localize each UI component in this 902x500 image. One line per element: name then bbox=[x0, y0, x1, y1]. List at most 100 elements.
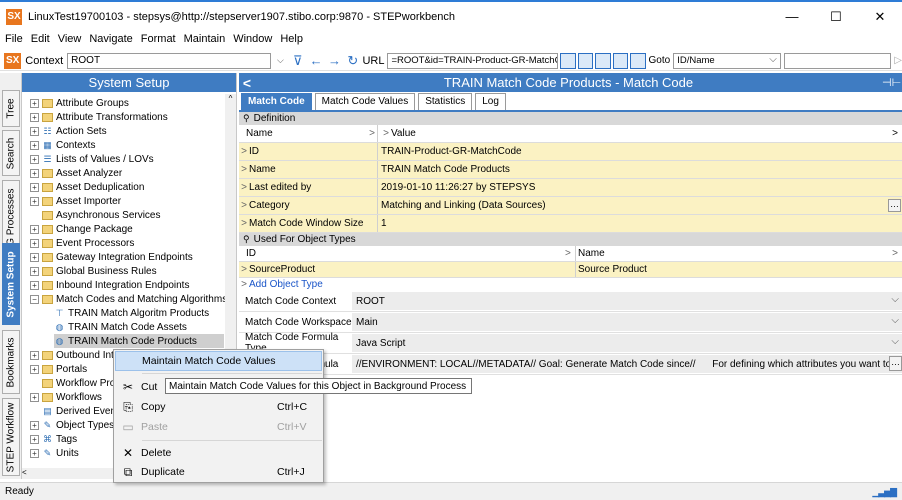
side-tab-bookmarks[interactable]: Bookmarks bbox=[2, 330, 20, 394]
tree-node[interactable]: + ▦ Contexts bbox=[30, 138, 95, 152]
formula-edit-button[interactable]: … bbox=[889, 356, 902, 371]
side-tab-system-setup[interactable]: System Setup bbox=[2, 243, 20, 325]
expand-icon[interactable]: + bbox=[30, 364, 39, 374]
goto-icon[interactable] bbox=[630, 52, 646, 69]
close-button[interactable]: ✕ bbox=[858, 2, 902, 31]
monitor-icon[interactable] bbox=[595, 52, 611, 69]
menu-view[interactable]: View bbox=[57, 33, 83, 49]
tree-node[interactable]: + Attribute Transformations bbox=[30, 110, 168, 124]
expand-icon[interactable]: + bbox=[30, 448, 39, 458]
tree-node[interactable]: + Gateway Integration Endpoints bbox=[30, 250, 193, 264]
tree-node-selected[interactable]: ◍ TRAIN Match Code Products bbox=[54, 334, 224, 348]
refresh-icon[interactable]: ↻ bbox=[345, 53, 360, 69]
table-row[interactable]: > Category Matching and Linking (Data Sour… bbox=[239, 197, 902, 215]
side-tab-search[interactable]: Search bbox=[2, 130, 20, 176]
pin-icon[interactable]: ⊣⊢ bbox=[882, 76, 902, 89]
tree-node[interactable]: + ☷ Action Sets bbox=[30, 124, 107, 138]
expand-icon[interactable]: + bbox=[30, 252, 39, 262]
menu-navigate[interactable]: Navigate bbox=[88, 33, 133, 49]
table-row[interactable]: > Last edited by 2019-01-10 11:26:27 by ST… bbox=[239, 179, 902, 197]
table-row[interactable]: > Match Code Window Size 1 bbox=[239, 215, 902, 233]
goto-type-select[interactable]: ID/Name bbox=[673, 52, 781, 69]
minimize-button[interactable]: — bbox=[770, 2, 814, 31]
side-tab-step-workflow[interactable]: STEP Workflow bbox=[2, 398, 20, 476]
expand-icon[interactable]: + bbox=[30, 98, 39, 108]
tree-node[interactable]: + Global Business Rules bbox=[30, 264, 157, 278]
filter-icon[interactable]: ⊽ bbox=[290, 53, 305, 69]
menu-window[interactable]: Window bbox=[232, 33, 273, 49]
tab-match-code-values[interactable]: Match Code Values bbox=[314, 93, 416, 110]
expand-icon[interactable]: + bbox=[30, 112, 39, 122]
tree-node[interactable]: ⊤ TRAIN Match Algoritm Products bbox=[54, 306, 210, 320]
expand-icon[interactable]: + bbox=[30, 280, 39, 290]
formula-type-dropdown[interactable]: Java Script ⌵ bbox=[352, 334, 902, 352]
back-arrow-icon[interactable]: ← bbox=[308, 53, 323, 69]
tree-node[interactable]: + Asset Analyzer bbox=[30, 166, 122, 180]
expand-icon[interactable]: + bbox=[30, 434, 39, 444]
url-input[interactable]: =ROOT&id=TRAIN-Product-GR-MatchCode bbox=[387, 52, 559, 69]
menu-item-paste[interactable]: ▭ Paste Ctrl+V bbox=[115, 417, 322, 437]
expand-icon[interactable]: + bbox=[30, 266, 39, 276]
expand-icon[interactable]: + bbox=[30, 392, 39, 402]
tree-node[interactable]: + Inbound Integration Endpoints bbox=[30, 278, 189, 292]
expand-icon[interactable]: + bbox=[30, 420, 39, 430]
layout-icon[interactable] bbox=[560, 52, 576, 69]
menu-format[interactable]: Format bbox=[140, 33, 177, 49]
goto-input[interactable] bbox=[783, 52, 892, 69]
expand-icon[interactable]: + bbox=[30, 140, 39, 150]
menu-item-duplicate[interactable]: ⧉ Duplicate Ctrl+J bbox=[115, 462, 322, 482]
document-icon[interactable] bbox=[612, 52, 629, 69]
menu-item-copy[interactable]: ⎘ Copy Ctrl+C bbox=[115, 397, 322, 417]
expand-icon[interactable]: + bbox=[30, 182, 39, 192]
maximize-button[interactable]: ☐ bbox=[814, 2, 858, 31]
column-header-name[interactable]: Name > bbox=[239, 125, 378, 142]
tree-node[interactable]: + ☰ Lists of Values / LOVs bbox=[30, 152, 154, 166]
expand-icon[interactable]: + bbox=[30, 196, 39, 206]
column-header-name[interactable]: Name > bbox=[576, 246, 902, 261]
tab-statistics[interactable]: Statistics bbox=[418, 93, 473, 110]
tree-node[interactable]: + Asset Deduplication bbox=[30, 180, 144, 194]
workspace-dropdown[interactable]: Main ⌵ bbox=[352, 313, 902, 331]
side-tab-tree[interactable]: Tree bbox=[2, 90, 20, 127]
tree-node[interactable]: + Change Package bbox=[30, 222, 133, 236]
expand-icon[interactable]: + bbox=[30, 126, 39, 136]
menu-item-maintain-match-code-values[interactable]: Maintain Match Code Values bbox=[115, 351, 322, 371]
forward-arrow-icon[interactable]: → bbox=[327, 53, 342, 69]
tree-node[interactable]: + Workflows bbox=[30, 390, 102, 404]
tree-node[interactable]: ◍ TRAIN Match Code Assets bbox=[54, 320, 187, 334]
tree-node[interactable]: + Attribute Groups bbox=[30, 96, 129, 110]
object-types-section-header[interactable]: ⚲ Used For Object Types bbox=[239, 233, 902, 246]
menu-file[interactable]: File bbox=[4, 33, 24, 49]
back-icon[interactable]: < bbox=[239, 75, 255, 91]
table-row[interactable]: > Name TRAIN Match Code Products bbox=[239, 161, 902, 179]
expand-icon[interactable]: + bbox=[30, 154, 39, 164]
tab-log[interactable]: Log bbox=[475, 93, 506, 110]
screen-icon[interactable] bbox=[577, 52, 594, 69]
expand-icon[interactable]: + bbox=[30, 224, 39, 234]
expand-icon[interactable]: + bbox=[30, 350, 39, 360]
context-dropdown-icon[interactable]: ⌵ bbox=[274, 55, 287, 66]
category-browse-button[interactable]: … bbox=[888, 199, 901, 212]
scroll-up-icon[interactable]: ^ bbox=[225, 94, 236, 103]
tree-node[interactable]: + ⌘ Tags bbox=[30, 432, 77, 446]
collapse-icon[interactable]: − bbox=[30, 294, 39, 304]
tab-match-code[interactable]: Match Code bbox=[241, 93, 312, 110]
tree-node[interactable]: + Asset Importer bbox=[30, 194, 121, 208]
goto-go-icon[interactable]: ▷ bbox=[894, 55, 902, 66]
menu-help[interactable]: Help bbox=[279, 33, 304, 49]
context-select[interactable]: ROOT bbox=[67, 52, 271, 69]
formula-input[interactable]: //ENVIRONMENT: LOCAL//METADATA// Goal: G… bbox=[352, 355, 902, 373]
context-dropdown[interactable]: ROOT ⌵ bbox=[352, 292, 902, 310]
menu-maintain[interactable]: Maintain bbox=[183, 33, 227, 49]
tree-node[interactable]: − Match Codes and Matching Algorithms bbox=[30, 292, 227, 306]
tree-node[interactable]: + Portals bbox=[30, 362, 87, 376]
scroll-left-icon[interactable]: < bbox=[22, 468, 27, 477]
table-row[interactable]: > SourceProduct Source Product bbox=[239, 262, 902, 278]
menu-item-delete[interactable]: ✕ Delete bbox=[115, 443, 322, 463]
expand-icon[interactable]: + bbox=[30, 238, 39, 248]
definition-section-header[interactable]: ⚲ Definition bbox=[239, 112, 902, 125]
tree-node[interactable]: + ✎ Object Types bbox=[30, 418, 114, 432]
column-header-id[interactable]: ID > bbox=[239, 246, 576, 261]
column-header-value[interactable]: > Value > bbox=[378, 125, 902, 142]
tree-node[interactable]: + Event Processors bbox=[30, 236, 134, 250]
